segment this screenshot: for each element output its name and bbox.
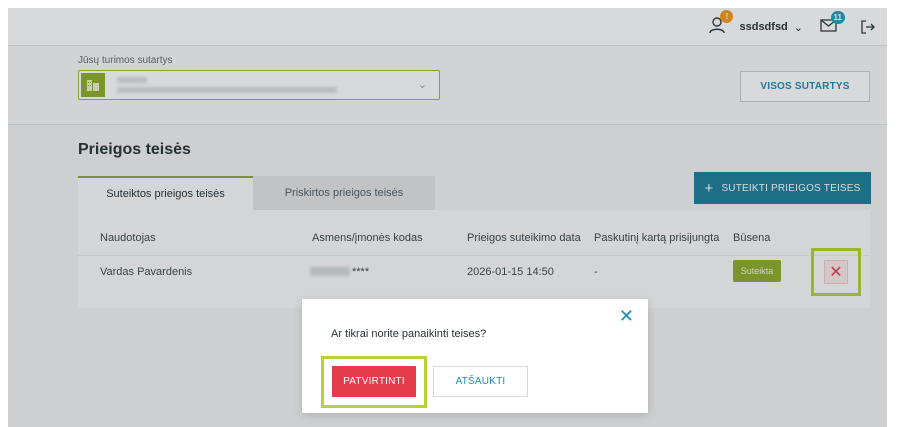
- confirm-button[interactable]: PATVIRTINTI: [332, 366, 416, 397]
- dialog-question: Ar tikrai norite panaikinti teises?: [331, 328, 487, 340]
- confirm-dialog: Ar tikrai norite panaikinti teises? ✕ PA…: [302, 299, 648, 413]
- cancel-button[interactable]: ATŠAUKTI: [433, 366, 528, 397]
- app-window: ! ssdsdfsd ⌄ 11 Jūsų turimos sutartys ⌄ …: [8, 8, 887, 427]
- close-icon[interactable]: ✕: [619, 306, 634, 327]
